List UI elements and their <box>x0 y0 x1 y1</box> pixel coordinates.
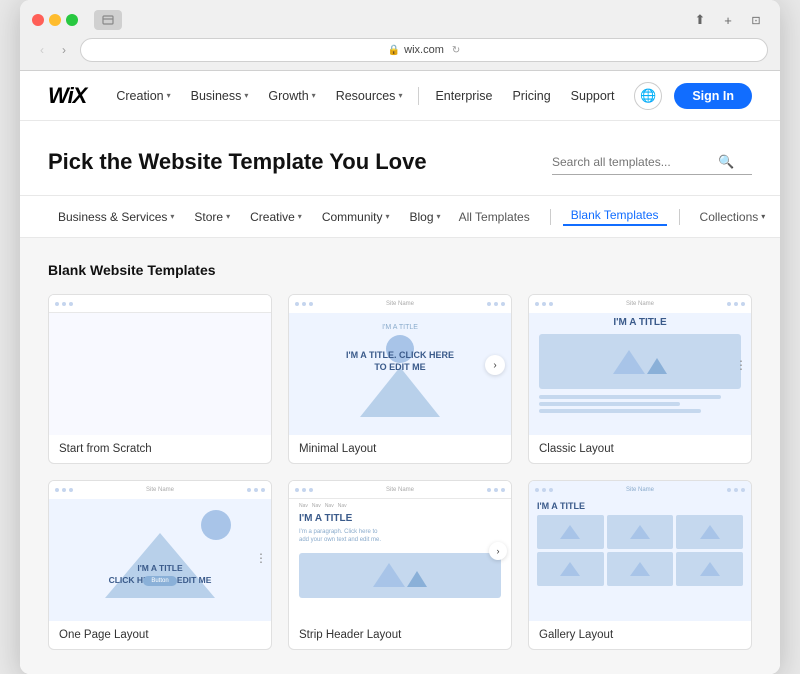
template-card-strip[interactable]: Site Name Nav Nav Nav Nav <box>288 480 512 650</box>
template-label-gallery: Gallery Layout <box>529 621 751 649</box>
address-bar[interactable]: 🔒 wix.com ↻ <box>80 38 768 62</box>
template-card-scratch[interactable]: Start from Scratch <box>48 294 272 464</box>
sub-nav-creative[interactable]: Creative ▾ <box>240 196 312 238</box>
add-tab-button[interactable]: + <box>716 10 740 30</box>
chevron-down-icon: ▾ <box>244 91 248 100</box>
template-card-minimal[interactable]: Site Name I'M A TITLE I'M A TITLE. CLICK… <box>288 294 512 464</box>
hover-arrow-icon: › <box>485 355 505 375</box>
minimize-button[interactable] <box>49 14 61 26</box>
chevron-down-icon: ▾ <box>298 212 302 221</box>
sub-nav-store[interactable]: Store ▾ <box>184 196 240 238</box>
chevron-down-icon: ▾ <box>437 212 441 221</box>
back-button[interactable]: ‹ <box>32 40 52 60</box>
template-card-onepage[interactable]: Site Name I'M A TITLECLICK HERE TO EDIT … <box>48 480 272 650</box>
search-input[interactable] <box>552 155 712 169</box>
lock-icon: 🔒 <box>388 45 400 56</box>
nav-item-enterprise[interactable]: Enterprise <box>425 89 502 103</box>
window-expand-button[interactable] <box>94 10 122 30</box>
template-label-strip: Strip Header Layout <box>289 621 511 649</box>
search-bar[interactable]: 🔍 <box>552 150 752 175</box>
section-title: Blank Website Templates <box>48 262 752 278</box>
sub-nav-all-templates[interactable]: All Templates <box>451 210 538 224</box>
url-text: wix.com <box>404 44 444 56</box>
nav-separator <box>418 87 419 105</box>
maximize-button[interactable] <box>66 14 78 26</box>
chevron-down-icon: ▾ <box>761 212 765 221</box>
template-preview-classic: Site Name I'M A TITLE <box>529 295 751 435</box>
chevron-down-icon: ▾ <box>167 91 171 100</box>
fullscreen-button[interactable]: ⊡ <box>744 10 768 30</box>
sub-nav-blank-templates[interactable]: Blank Templates <box>563 208 667 226</box>
wix-logo[interactable]: WiX <box>48 83 86 109</box>
browser-window: ⬆ + ⊡ ‹ › 🔒 wix.com ↻ WiX Creation <box>20 0 780 674</box>
refresh-icon[interactable]: ↻ <box>452 45 460 56</box>
template-preview-minimal: Site Name I'M A TITLE I'M A TITLE. CLICK… <box>289 295 511 435</box>
template-preview-strip: Site Name Nav Nav Nav Nav <box>289 481 511 621</box>
sign-in-button[interactable]: Sign In <box>674 83 752 109</box>
sub-nav-right: All Templates Blank Templates Collection… <box>451 208 774 226</box>
nav-items: Creation ▾ Business ▾ Growth ▾ Resources… <box>106 87 634 105</box>
forward-button[interactable]: › <box>54 40 74 60</box>
dots-menu-icon: ⋮ <box>255 551 267 565</box>
nav-item-growth[interactable]: Growth ▾ <box>258 89 325 103</box>
dots-menu-icon: ⋮ <box>735 359 747 371</box>
templates-section: Blank Website Templates Start from Scrat… <box>20 238 780 674</box>
chevron-down-icon: ▾ <box>312 91 316 100</box>
sub-nav-divider-2 <box>679 209 680 225</box>
language-button[interactable]: 🌐 <box>634 82 662 110</box>
template-preview-onepage: Site Name I'M A TITLECLICK HERE TO EDIT … <box>49 481 271 621</box>
nav-item-resources[interactable]: Resources ▾ <box>326 89 413 103</box>
template-card-classic[interactable]: Site Name I'M A TITLE <box>528 294 752 464</box>
template-label-onepage: One Page Layout <box>49 621 271 649</box>
chevron-down-icon: ▾ <box>398 91 402 100</box>
page-header: Pick the Website Template You Love 🔍 <box>20 121 780 196</box>
browser-chrome: ⬆ + ⊡ ‹ › 🔒 wix.com ↻ <box>20 0 780 71</box>
hover-arrow-icon: › <box>489 542 507 560</box>
nav-item-support[interactable]: Support <box>561 89 625 103</box>
share-button[interactable]: ⬆ <box>688 10 712 30</box>
nav-item-pricing[interactable]: Pricing <box>502 89 560 103</box>
templates-grid: Start from Scratch Site Name I'M <box>48 294 752 650</box>
sub-nav-blog[interactable]: Blog ▾ <box>400 196 451 238</box>
search-icon[interactable]: 🔍 <box>718 154 734 170</box>
chevron-down-icon: ▾ <box>386 212 390 221</box>
chevron-down-icon: ▾ <box>226 212 230 221</box>
template-preview-scratch <box>49 295 271 435</box>
page-title: Pick the Website Template You Love <box>48 149 427 175</box>
sub-nav-business-services[interactable]: Business & Services ▾ <box>48 196 184 238</box>
sub-nav-left: Business & Services ▾ Store ▾ Creative ▾… <box>48 196 451 238</box>
template-preview-gallery: Site Name I'M A TITLE <box>529 481 751 621</box>
site-nav: WiX Creation ▾ Business ▾ Growth ▾ Resou… <box>20 71 780 121</box>
site-content: WiX Creation ▾ Business ▾ Growth ▾ Resou… <box>20 71 780 674</box>
close-button[interactable] <box>32 14 44 26</box>
nav-item-business[interactable]: Business ▾ <box>181 89 259 103</box>
chevron-down-icon: ▾ <box>170 212 174 221</box>
sub-nav-divider <box>550 209 551 225</box>
template-label-classic: Classic Layout <box>529 435 751 463</box>
sub-nav-community[interactable]: Community ▾ <box>312 196 400 238</box>
nav-item-creation[interactable]: Creation ▾ <box>106 89 180 103</box>
template-label-minimal: Minimal Layout <box>289 435 511 463</box>
sub-nav: Business & Services ▾ Store ▾ Creative ▾… <box>20 196 780 238</box>
template-label-scratch: Start from Scratch <box>49 435 271 463</box>
template-card-gallery[interactable]: Site Name I'M A TITLE <box>528 480 752 650</box>
traffic-lights <box>32 14 78 26</box>
nav-right: 🌐 Sign In <box>634 82 752 110</box>
sub-nav-collections[interactable]: Collections ▾ <box>692 210 774 224</box>
